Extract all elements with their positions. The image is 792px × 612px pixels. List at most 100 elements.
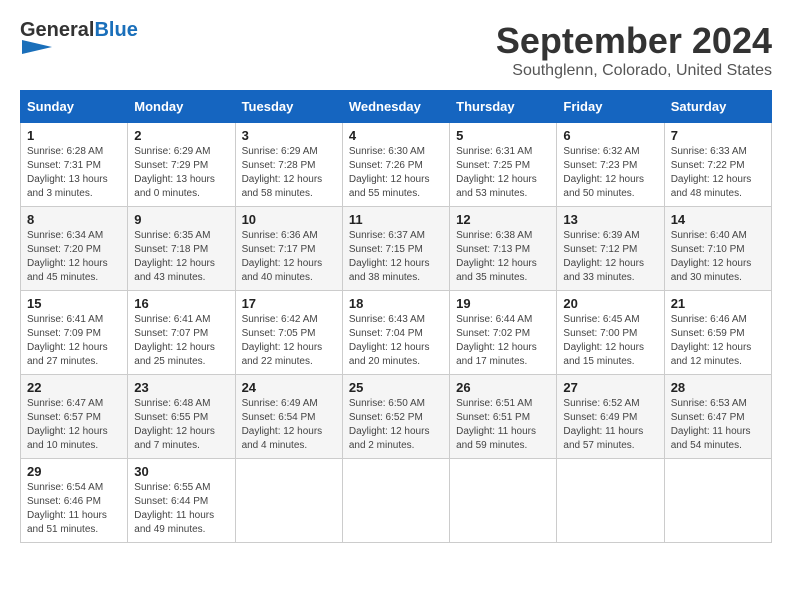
- day-info: Sunrise: 6:46 AMSunset: 6:59 PMDaylight:…: [671, 313, 765, 369]
- day-info: Sunrise: 6:41 AMSunset: 7:07 PMDaylight:…: [134, 313, 228, 369]
- day-number: 24: [242, 380, 336, 395]
- day-number: 4: [349, 128, 443, 143]
- empty-cell: [557, 459, 664, 543]
- day-number: 15: [27, 296, 121, 311]
- day-number: 17: [242, 296, 336, 311]
- day-info: Sunrise: 6:49 AMSunset: 6:54 PMDaylight:…: [242, 397, 336, 453]
- day-number: 23: [134, 380, 228, 395]
- table-cell: 24 Sunrise: 6:49 AMSunset: 6:54 PMDaylig…: [235, 375, 342, 459]
- empty-cell: [235, 459, 342, 543]
- day-info: Sunrise: 6:43 AMSunset: 7:04 PMDaylight:…: [349, 313, 443, 369]
- logo-blue-text: Blue: [94, 19, 137, 41]
- col-sunday: Sunday: [21, 91, 128, 123]
- table-cell: 12 Sunrise: 6:38 AMSunset: 7:13 PMDaylig…: [450, 207, 557, 291]
- day-number: 29: [27, 464, 121, 479]
- day-number: 2: [134, 128, 228, 143]
- day-number: 12: [456, 212, 550, 227]
- day-info: Sunrise: 6:54 AMSunset: 6:46 PMDaylight:…: [27, 481, 121, 537]
- table-cell: 13 Sunrise: 6:39 AMSunset: 7:12 PMDaylig…: [557, 207, 664, 291]
- day-number: 1: [27, 128, 121, 143]
- table-cell: 10 Sunrise: 6:36 AMSunset: 7:17 PMDaylig…: [235, 207, 342, 291]
- calendar-header-row: Sunday Monday Tuesday Wednesday Thursday…: [21, 91, 772, 123]
- col-tuesday: Tuesday: [235, 91, 342, 123]
- day-info: Sunrise: 6:45 AMSunset: 7:00 PMDaylight:…: [563, 313, 657, 369]
- day-info: Sunrise: 6:34 AMSunset: 7:20 PMDaylight:…: [27, 229, 121, 285]
- day-number: 21: [671, 296, 765, 311]
- day-number: 13: [563, 212, 657, 227]
- table-row: 29 Sunrise: 6:54 AMSunset: 6:46 PMDaylig…: [21, 459, 772, 543]
- logo-arrow-icon: [22, 40, 52, 54]
- day-info: Sunrise: 6:29 AMSunset: 7:29 PMDaylight:…: [134, 145, 228, 201]
- table-row: 8 Sunrise: 6:34 AMSunset: 7:20 PMDayligh…: [21, 207, 772, 291]
- table-cell: 17 Sunrise: 6:42 AMSunset: 7:05 PMDaylig…: [235, 291, 342, 375]
- col-friday: Friday: [557, 91, 664, 123]
- day-number: 11: [349, 212, 443, 227]
- table-cell: 2 Sunrise: 6:29 AMSunset: 7:29 PMDayligh…: [128, 123, 235, 207]
- table-cell: 22 Sunrise: 6:47 AMSunset: 6:57 PMDaylig…: [21, 375, 128, 459]
- day-info: Sunrise: 6:41 AMSunset: 7:09 PMDaylight:…: [27, 313, 121, 369]
- table-cell: 26 Sunrise: 6:51 AMSunset: 6:51 PMDaylig…: [450, 375, 557, 459]
- logo-general-text: General: [20, 19, 94, 41]
- table-cell: 21 Sunrise: 6:46 AMSunset: 6:59 PMDaylig…: [664, 291, 771, 375]
- day-number: 22: [27, 380, 121, 395]
- table-cell: 30 Sunrise: 6:55 AMSunset: 6:44 PMDaylig…: [128, 459, 235, 543]
- day-info: Sunrise: 6:51 AMSunset: 6:51 PMDaylight:…: [456, 397, 550, 453]
- day-info: Sunrise: 6:48 AMSunset: 6:55 PMDaylight:…: [134, 397, 228, 453]
- day-info: Sunrise: 6:28 AMSunset: 7:31 PMDaylight:…: [27, 145, 121, 201]
- day-number: 19: [456, 296, 550, 311]
- day-info: Sunrise: 6:39 AMSunset: 7:12 PMDaylight:…: [563, 229, 657, 285]
- day-info: Sunrise: 6:32 AMSunset: 7:23 PMDaylight:…: [563, 145, 657, 201]
- day-number: 9: [134, 212, 228, 227]
- table-cell: 20 Sunrise: 6:45 AMSunset: 7:00 PMDaylig…: [557, 291, 664, 375]
- day-info: Sunrise: 6:29 AMSunset: 7:28 PMDaylight:…: [242, 145, 336, 201]
- table-cell: 1 Sunrise: 6:28 AMSunset: 7:31 PMDayligh…: [21, 123, 128, 207]
- col-wednesday: Wednesday: [342, 91, 449, 123]
- day-info: Sunrise: 6:38 AMSunset: 7:13 PMDaylight:…: [456, 229, 550, 285]
- table-cell: 28 Sunrise: 6:53 AMSunset: 6:47 PMDaylig…: [664, 375, 771, 459]
- day-number: 26: [456, 380, 550, 395]
- day-number: 16: [134, 296, 228, 311]
- day-info: Sunrise: 6:40 AMSunset: 7:10 PMDaylight:…: [671, 229, 765, 285]
- day-info: Sunrise: 6:30 AMSunset: 7:26 PMDaylight:…: [349, 145, 443, 201]
- title-area: September 2024 Southglenn, Colorado, Uni…: [496, 20, 772, 80]
- table-cell: 8 Sunrise: 6:34 AMSunset: 7:20 PMDayligh…: [21, 207, 128, 291]
- empty-cell: [450, 459, 557, 543]
- day-number: 7: [671, 128, 765, 143]
- day-number: 30: [134, 464, 228, 479]
- table-cell: 14 Sunrise: 6:40 AMSunset: 7:10 PMDaylig…: [664, 207, 771, 291]
- logo: GeneralBlue: [20, 20, 138, 59]
- table-cell: 11 Sunrise: 6:37 AMSunset: 7:15 PMDaylig…: [342, 207, 449, 291]
- day-number: 5: [456, 128, 550, 143]
- table-cell: 27 Sunrise: 6:52 AMSunset: 6:49 PMDaylig…: [557, 375, 664, 459]
- day-info: Sunrise: 6:33 AMSunset: 7:22 PMDaylight:…: [671, 145, 765, 201]
- day-number: 3: [242, 128, 336, 143]
- col-thursday: Thursday: [450, 91, 557, 123]
- day-number: 18: [349, 296, 443, 311]
- day-number: 27: [563, 380, 657, 395]
- day-number: 25: [349, 380, 443, 395]
- empty-cell: [342, 459, 449, 543]
- day-number: 14: [671, 212, 765, 227]
- month-title: September 2024: [496, 20, 772, 62]
- table-cell: 4 Sunrise: 6:30 AMSunset: 7:26 PMDayligh…: [342, 123, 449, 207]
- location-title: Southglenn, Colorado, United States: [496, 62, 772, 80]
- day-info: Sunrise: 6:37 AMSunset: 7:15 PMDaylight:…: [349, 229, 443, 285]
- calendar-table: Sunday Monday Tuesday Wednesday Thursday…: [20, 90, 772, 543]
- table-cell: 9 Sunrise: 6:35 AMSunset: 7:18 PMDayligh…: [128, 207, 235, 291]
- day-info: Sunrise: 6:55 AMSunset: 6:44 PMDaylight:…: [134, 481, 228, 537]
- day-number: 6: [563, 128, 657, 143]
- table-cell: 19 Sunrise: 6:44 AMSunset: 7:02 PMDaylig…: [450, 291, 557, 375]
- col-monday: Monday: [128, 91, 235, 123]
- table-cell: 29 Sunrise: 6:54 AMSunset: 6:46 PMDaylig…: [21, 459, 128, 543]
- calendar-header: GeneralBlue September 2024 Southglenn, C…: [20, 20, 772, 80]
- col-saturday: Saturday: [664, 91, 771, 123]
- empty-cell: [664, 459, 771, 543]
- table-row: 15 Sunrise: 6:41 AMSunset: 7:09 PMDaylig…: [21, 291, 772, 375]
- day-number: 20: [563, 296, 657, 311]
- table-cell: 16 Sunrise: 6:41 AMSunset: 7:07 PMDaylig…: [128, 291, 235, 375]
- table-cell: 5 Sunrise: 6:31 AMSunset: 7:25 PMDayligh…: [450, 123, 557, 207]
- day-info: Sunrise: 6:36 AMSunset: 7:17 PMDaylight:…: [242, 229, 336, 285]
- day-number: 28: [671, 380, 765, 395]
- day-info: Sunrise: 6:52 AMSunset: 6:49 PMDaylight:…: [563, 397, 657, 453]
- table-cell: 25 Sunrise: 6:50 AMSunset: 6:52 PMDaylig…: [342, 375, 449, 459]
